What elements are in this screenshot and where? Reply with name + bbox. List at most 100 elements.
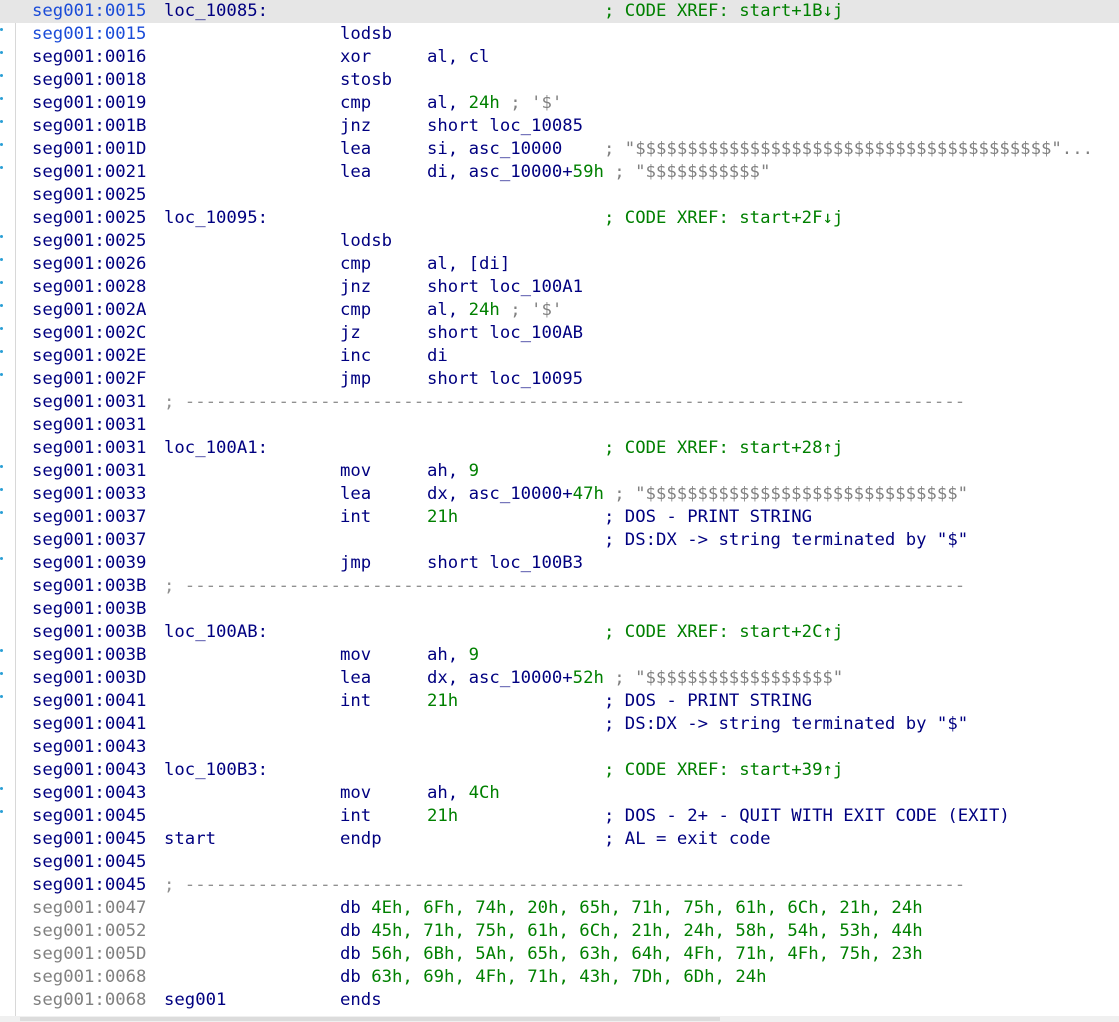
code-label[interactable]: loc_100B3: <box>164 759 268 782</box>
line-address[interactable]: seg001:0019 <box>32 92 146 115</box>
line-address[interactable]: seg001:0031 <box>32 437 146 460</box>
horizontal-scroll-thumb[interactable] <box>20 1017 720 1021</box>
listing-line[interactable]: seg001:003D lea dx, asc_10000+52h ; "$$$$$… <box>0 667 1119 690</box>
listing-line[interactable]: seg001:0028 jnz short loc_100A1 <box>0 276 1119 299</box>
data-bytes[interactable]: db 45h, 71h, 75h, 61h, 6Ch, 21h, 24h, 58… <box>340 920 923 943</box>
instruction-operands[interactable]: si, asc_10000 <box>427 138 562 161</box>
line-address[interactable]: seg001:0037 <box>32 529 146 552</box>
instruction-mnemonic[interactable]: xor <box>340 46 371 69</box>
instruction-operands[interactable]: al, cl <box>427 46 489 69</box>
listing-line[interactable]: seg001:0043 <box>0 736 1119 759</box>
instruction-mnemonic[interactable]: jnz <box>340 115 371 138</box>
listing-line[interactable]: seg001:0047 db 4Eh, 6Fh, 74h, 20h, 65h, 7… <box>0 897 1119 920</box>
instruction-operands[interactable]: short loc_10095 <box>427 368 583 391</box>
instruction-mnemonic[interactable]: mov <box>340 644 371 667</box>
instruction-operands[interactable]: short loc_100B3 <box>427 552 583 575</box>
breakpoint-dot-icon[interactable] <box>0 672 3 675</box>
line-address[interactable]: seg001:0025 <box>32 230 146 253</box>
line-address[interactable]: seg001:0043 <box>32 736 146 759</box>
breakpoint-dot-icon[interactable] <box>0 465 3 468</box>
instruction-operands[interactable]: ah, 9 <box>427 644 479 667</box>
listing-line[interactable]: seg001:0018 stosb <box>0 69 1119 92</box>
listing-line[interactable]: seg001:0025 loc_10095: ; CODE XREF: start+… <box>0 207 1119 230</box>
line-address[interactable]: seg001:0045 <box>32 828 146 851</box>
breakpoint-dot-icon[interactable] <box>0 97 3 100</box>
instruction-operands[interactable]: dx, asc_10000+47h ; "$$$$$$$$$$$$$$$$$$$… <box>427 483 968 506</box>
breakpoint-dot-icon[interactable] <box>0 649 3 652</box>
instruction-mnemonic[interactable]: cmp <box>340 253 371 276</box>
code-label[interactable]: start <box>164 828 216 851</box>
line-address[interactable]: seg001:0037 <box>32 506 146 529</box>
instruction-mnemonic[interactable]: jmp <box>340 552 371 575</box>
listing-line[interactable]: seg001:003B <box>0 598 1119 621</box>
instruction-mnemonic[interactable]: lodsb <box>340 23 392 46</box>
instruction-operands[interactable]: al, [di] <box>427 253 510 276</box>
instruction-operands[interactable]: di <box>427 345 448 368</box>
line-address[interactable]: seg001:0025 <box>32 207 146 230</box>
instruction-mnemonic[interactable]: mov <box>340 460 371 483</box>
line-address[interactable]: seg001:0018 <box>32 69 146 92</box>
instruction-mnemonic[interactable]: jz <box>340 322 361 345</box>
breakpoint-dot-icon[interactable] <box>0 235 3 238</box>
listing-line[interactable]: seg001:0019 cmp al, 24h ; '$' <box>0 92 1119 115</box>
line-address[interactable]: seg001:0041 <box>32 690 146 713</box>
instruction-mnemonic[interactable]: int <box>340 690 371 713</box>
code-label[interactable]: loc_10085: <box>164 0 268 23</box>
line-address[interactable]: seg001:005D <box>32 943 146 966</box>
code-label[interactable]: loc_100AB: <box>164 621 268 644</box>
instruction-mnemonic[interactable]: inc <box>340 345 371 368</box>
listing-line[interactable]: seg001:002A cmp al, 24h ; '$' <box>0 299 1119 322</box>
instruction-mnemonic[interactable]: int <box>340 805 371 828</box>
listing-line[interactable]: seg001:0045 ; ---------------------------… <box>0 874 1119 897</box>
instruction-operands[interactable]: short loc_10085 <box>427 115 583 138</box>
instruction-operands[interactable]: al, 24h ; '$' <box>427 92 562 115</box>
listing-line[interactable]: seg001:0031 ; ---------------------------… <box>0 391 1119 414</box>
instruction-mnemonic[interactable]: lea <box>340 667 371 690</box>
instruction-operands[interactable]: 21h <box>427 506 458 529</box>
listing-line[interactable]: seg001:003B loc_100AB: ; CODE XREF: start+… <box>0 621 1119 644</box>
breakpoint-dot-icon[interactable] <box>0 258 3 261</box>
line-address[interactable]: seg001:0068 <box>32 989 146 1012</box>
line-address[interactable]: seg001:002C <box>32 322 146 345</box>
listing-line[interactable]: seg001:0025 <box>0 184 1119 207</box>
line-address[interactable]: seg001:0068 <box>32 966 146 989</box>
listing-line[interactable]: seg001:0033 lea dx, asc_10000+47h ; "$$$$$… <box>0 483 1119 506</box>
instruction-operands[interactable]: 21h <box>427 690 458 713</box>
data-bytes[interactable]: db 56h, 6Bh, 5Ah, 65h, 63h, 64h, 4Fh, 71… <box>340 943 923 966</box>
data-bytes[interactable]: db 4Eh, 6Fh, 74h, 20h, 65h, 71h, 75h, 61… <box>340 897 923 920</box>
instruction-mnemonic[interactable]: cmp <box>340 299 371 322</box>
line-address[interactable]: seg001:0039 <box>32 552 146 575</box>
listing-line[interactable]: seg001:0041 int 21h ; DOS - PRINT STRING <box>0 690 1119 713</box>
line-address[interactable]: seg001:003B <box>32 598 146 621</box>
breakpoint-dot-icon[interactable] <box>0 281 3 284</box>
instruction-mnemonic[interactable]: lodsb <box>340 230 392 253</box>
line-address[interactable]: seg001:0031 <box>32 414 146 437</box>
listing-line[interactable]: seg001:0045 int 21h ; DOS - 2+ - QUIT WITH … <box>0 805 1119 828</box>
instruction-operands[interactable]: short loc_100A1 <box>427 276 583 299</box>
listing-line[interactable]: seg001:0045 <box>0 851 1119 874</box>
listing-line[interactable]: seg001:001B jnz short loc_10085 <box>0 115 1119 138</box>
instruction-mnemonic[interactable]: lea <box>340 483 371 506</box>
line-address[interactable]: seg001:002F <box>32 368 146 391</box>
disassembly-listing[interactable]: seg001:0015 loc_10085: ; CODE XREF: start+… <box>0 0 1119 1022</box>
line-address[interactable]: seg001:0047 <box>32 897 146 920</box>
instruction-mnemonic[interactable]: cmp <box>340 92 371 115</box>
line-address[interactable]: seg001:0043 <box>32 782 146 805</box>
line-address[interactable]: seg001:001D <box>32 138 146 161</box>
line-address[interactable]: seg001:0015 <box>32 23 146 46</box>
instruction-mnemonic[interactable]: jmp <box>340 368 371 391</box>
instruction-operands[interactable]: ah, 9 <box>427 460 479 483</box>
listing-line[interactable]: seg001:0043 loc_100B3: ; CODE XREF: start+… <box>0 759 1119 782</box>
breakpoint-dot-icon[interactable] <box>0 28 3 31</box>
listing-line[interactable]: seg001:002C jz short loc_100AB <box>0 322 1119 345</box>
line-address[interactable]: seg001:0016 <box>32 46 146 69</box>
breakpoint-dot-icon[interactable] <box>0 810 3 813</box>
listing-line[interactable]: seg001:0025 lodsb <box>0 230 1119 253</box>
breakpoint-dot-icon[interactable] <box>0 74 3 77</box>
line-address[interactable]: seg001:0025 <box>32 184 146 207</box>
instruction-mnemonic[interactable]: mov <box>340 782 371 805</box>
breakpoint-dot-icon[interactable] <box>0 166 3 169</box>
instruction-operands[interactable]: dx, asc_10000+52h ; "$$$$$$$$$$$$$$$$$$" <box>427 667 843 690</box>
instruction-mnemonic[interactable]: endp <box>340 828 382 851</box>
instruction-operands[interactable]: di, asc_10000+59h ; "$$$$$$$$$$$" <box>427 161 770 184</box>
